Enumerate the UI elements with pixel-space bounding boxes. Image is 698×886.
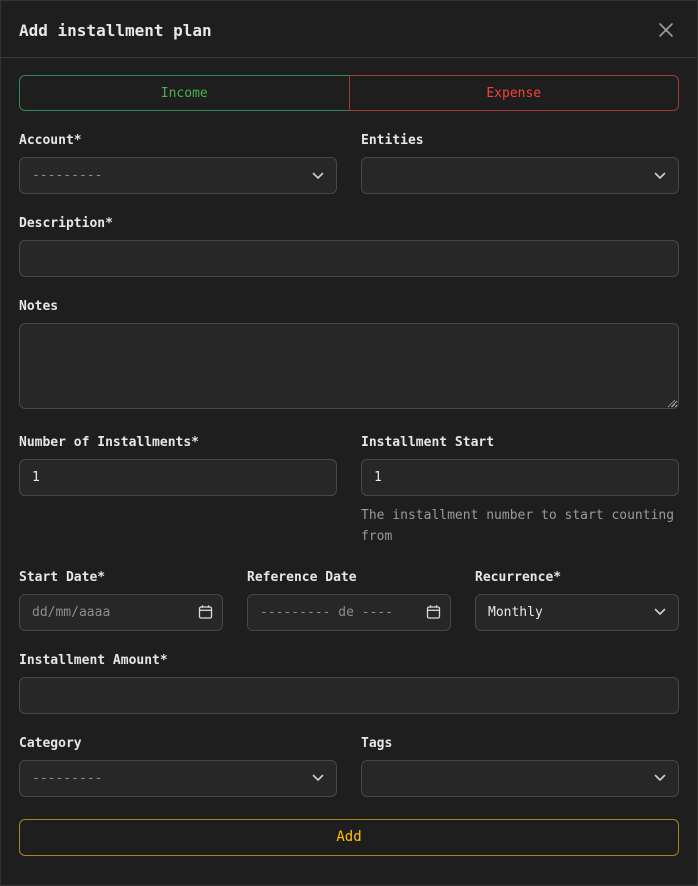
- recurrence-select-value: Monthly: [488, 605, 543, 620]
- recurrence-field: Recurrence* Monthly: [475, 570, 679, 631]
- installment-start-field: Installment Start The installment number…: [361, 435, 679, 548]
- notes-textarea[interactable]: [19, 323, 679, 409]
- installment-amount-label: Installment Amount*: [19, 653, 679, 668]
- start-date-field: Start Date*: [19, 570, 223, 631]
- calendar-icon[interactable]: [426, 605, 441, 620]
- transaction-type-toggle: Income Expense: [19, 75, 679, 111]
- installment-start-help: The installment number to start counting…: [361, 505, 679, 548]
- notes-label: Notes: [19, 299, 679, 314]
- start-date-input[interactable]: [19, 594, 223, 631]
- installment-amount-field: Installment Amount*: [19, 653, 679, 714]
- category-select[interactable]: ---------: [19, 760, 337, 797]
- dates-recurrence-row: Start Date* Reference Date: [19, 548, 679, 631]
- number-of-installments-input[interactable]: [19, 459, 337, 496]
- tags-field: Tags: [361, 736, 679, 797]
- tags-label: Tags: [361, 736, 679, 751]
- category-field: Category ---------: [19, 736, 337, 797]
- account-entities-row: Account* --------- Entities: [19, 111, 679, 194]
- category-label: Category: [19, 736, 337, 751]
- entities-field: Entities: [361, 133, 679, 194]
- notes-field: Notes: [19, 299, 679, 413]
- expense-toggle-button[interactable]: Expense: [349, 75, 680, 111]
- add-installment-plan-modal: Add installment plan Income Expense Acco…: [0, 0, 698, 886]
- reference-date-input[interactable]: [247, 594, 451, 631]
- account-label: Account*: [19, 133, 337, 148]
- installments-row: Number of Installments* Installment Star…: [19, 413, 679, 548]
- installment-start-input[interactable]: [361, 459, 679, 496]
- recurrence-select[interactable]: Monthly: [475, 594, 679, 631]
- description-label: Description*: [19, 216, 679, 231]
- account-select[interactable]: ---------: [19, 157, 337, 194]
- header-divider: [1, 57, 697, 58]
- entities-select[interactable]: [361, 157, 679, 194]
- close-icon: [655, 29, 677, 44]
- tags-select[interactable]: [361, 760, 679, 797]
- chevron-down-icon: [654, 608, 666, 616]
- calendar-icon[interactable]: [198, 605, 213, 620]
- reference-date-label: Reference Date: [247, 570, 451, 585]
- account-field: Account* ---------: [19, 133, 337, 194]
- number-of-installments-label: Number of Installments*: [19, 435, 337, 450]
- reference-date-field: Reference Date: [247, 570, 451, 631]
- modal-title: Add installment plan: [19, 21, 212, 40]
- start-date-label: Start Date*: [19, 570, 223, 585]
- close-button[interactable]: [653, 17, 679, 43]
- chevron-down-icon: [312, 774, 324, 782]
- description-field: Description*: [19, 216, 679, 277]
- modal-header: Add installment plan: [19, 1, 679, 57]
- add-button[interactable]: Add: [19, 819, 679, 856]
- chevron-down-icon: [312, 172, 324, 180]
- income-toggle-button[interactable]: Income: [19, 75, 350, 111]
- installment-amount-input[interactable]: [19, 677, 679, 714]
- installment-start-label: Installment Start: [361, 435, 679, 450]
- description-input[interactable]: [19, 240, 679, 277]
- recurrence-label: Recurrence*: [475, 570, 679, 585]
- category-select-value: ---------: [32, 771, 102, 786]
- account-select-value: ---------: [32, 168, 102, 183]
- entities-label: Entities: [361, 133, 679, 148]
- number-of-installments-field: Number of Installments*: [19, 435, 337, 496]
- category-tags-row: Category --------- Tags: [19, 714, 679, 797]
- chevron-down-icon: [654, 774, 666, 782]
- chevron-down-icon: [654, 172, 666, 180]
